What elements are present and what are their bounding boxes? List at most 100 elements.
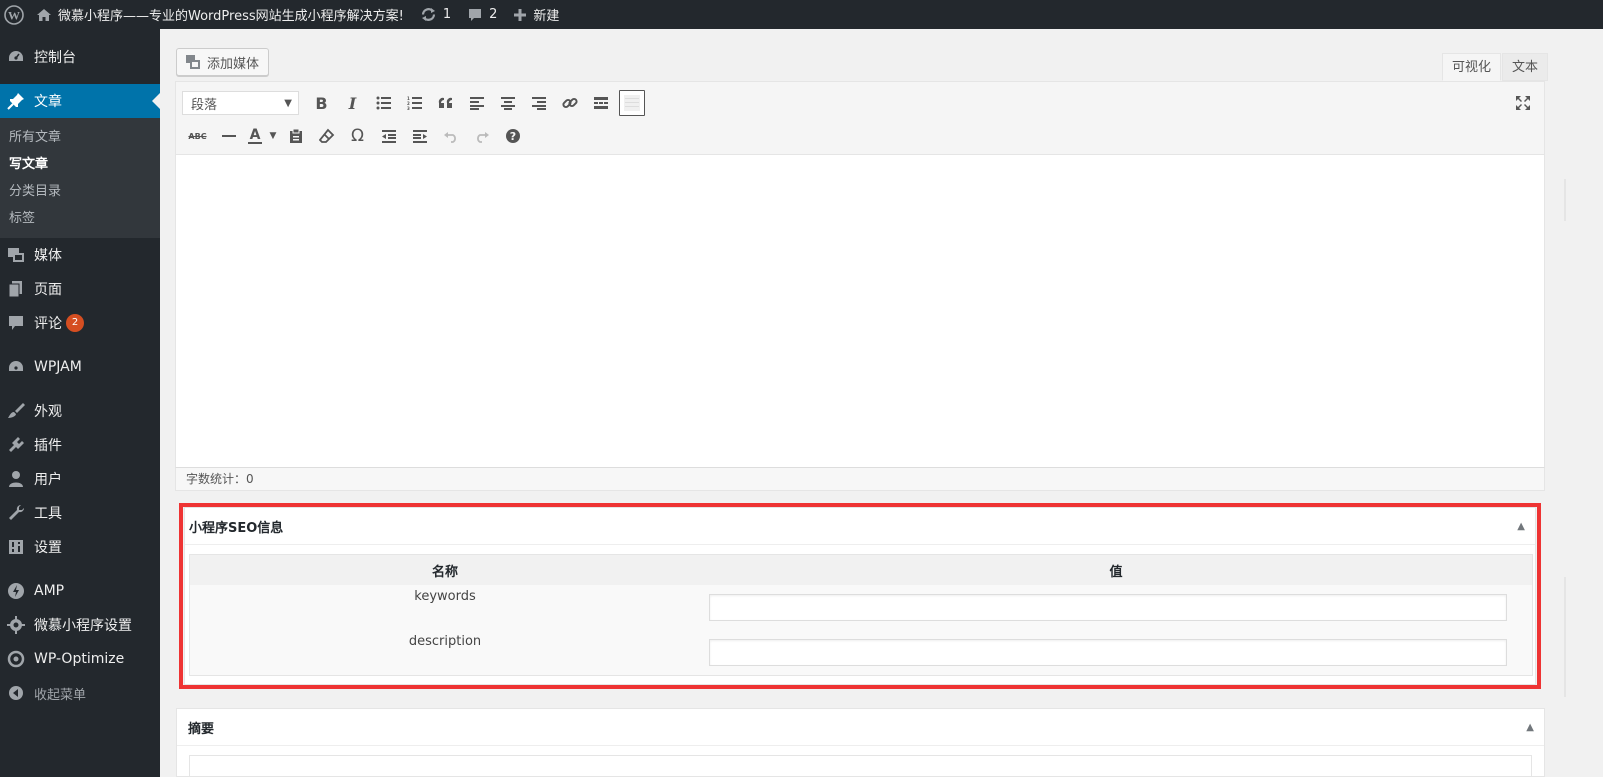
menu-collapse[interactable]: 收起菜单 bbox=[0, 676, 160, 710]
text-color-icon[interactable]: A bbox=[244, 123, 266, 149]
submenu-new-post[interactable]: 写文章 bbox=[0, 151, 160, 178]
text-color-dropdown-icon[interactable]: ▼ bbox=[266, 123, 280, 149]
main-content: 添加媒体 可视化 文本 段落 ▼ B I 123 ABC A ▼ Ω ? 字数统… bbox=[160, 29, 1603, 777]
description-input[interactable] bbox=[709, 639, 1507, 666]
menu-wpjam[interactable]: WPJAM bbox=[0, 350, 160, 384]
refresh-icon bbox=[420, 6, 437, 23]
menu-dashboard[interactable]: 控制台 bbox=[0, 40, 160, 74]
menu-appearance-label: 外观 bbox=[34, 404, 62, 420]
toolbar-toggle-icon[interactable] bbox=[619, 90, 645, 116]
user-icon bbox=[6, 469, 26, 489]
menu-users[interactable]: 用户 bbox=[0, 462, 160, 496]
add-media-button[interactable]: 添加媒体 bbox=[176, 48, 270, 76]
submenu-tags[interactable]: 标签 bbox=[0, 205, 160, 232]
redo-icon[interactable] bbox=[466, 123, 497, 149]
comments-count: 2 bbox=[489, 7, 498, 22]
paste-text-icon[interactable] bbox=[280, 123, 311, 149]
align-right-icon[interactable] bbox=[523, 90, 554, 116]
menu-appearance[interactable]: 外观 bbox=[0, 394, 160, 428]
special-character-icon[interactable]: Ω bbox=[342, 123, 373, 149]
menu-wp-optimize-label: WP-Optimize bbox=[34, 651, 125, 667]
indent-icon[interactable] bbox=[404, 123, 435, 149]
menu-posts[interactable]: 文章 bbox=[0, 84, 160, 118]
menu-tools-label: 工具 bbox=[34, 506, 62, 522]
new-content-link[interactable]: 新建 bbox=[505, 0, 567, 29]
menu-settings[interactable]: 设置 bbox=[0, 530, 160, 564]
menu-collapse-label: 收起菜单 bbox=[34, 687, 87, 703]
editor-content-area[interactable] bbox=[176, 155, 1544, 450]
seo-metabox-header[interactable]: 小程序SEO信息 ▲ bbox=[185, 508, 1535, 545]
seo-metabox: 小程序SEO信息 ▲ 名称 值 keywords description bbox=[184, 507, 1536, 685]
outdent-icon[interactable] bbox=[373, 123, 404, 149]
gear-icon bbox=[6, 615, 26, 635]
bullet-list-icon[interactable] bbox=[368, 90, 399, 116]
link-icon[interactable] bbox=[554, 90, 585, 116]
add-media-label: 添加媒体 bbox=[207, 56, 260, 72]
posts-submenu: 所有文章 写文章 分类目录 标签 bbox=[0, 118, 160, 238]
seo-table: 名称 值 keywords description bbox=[189, 554, 1533, 676]
italic-button[interactable]: I bbox=[337, 90, 368, 116]
column-name-header: 名称 bbox=[431, 564, 458, 580]
align-left-icon[interactable] bbox=[461, 90, 492, 116]
comment-icon bbox=[467, 7, 483, 23]
updates-link[interactable]: 1 bbox=[412, 0, 459, 29]
submenu-all-posts[interactable]: 所有文章 bbox=[0, 124, 160, 151]
eraser-icon[interactable] bbox=[311, 123, 342, 149]
menu-users-label: 用户 bbox=[34, 472, 62, 488]
menu-pages[interactable]: 页面 bbox=[0, 272, 160, 306]
keywords-input[interactable] bbox=[709, 594, 1507, 621]
wordpress-logo-icon[interactable]: W bbox=[0, 0, 28, 29]
collapse-toggle-icon[interactable]: ▲ bbox=[1526, 722, 1534, 733]
divider bbox=[1564, 179, 1566, 221]
menu-media-label: 媒体 bbox=[34, 248, 62, 264]
fullscreen-icon[interactable] bbox=[1507, 90, 1538, 116]
tab-text[interactable]: 文本 bbox=[1502, 53, 1549, 81]
undo-icon[interactable] bbox=[435, 123, 466, 149]
editor-toolbar: 段落 ▼ B I 123 ABC A ▼ Ω ? bbox=[176, 82, 1544, 155]
column-value-header: 值 bbox=[1109, 564, 1123, 580]
dashboard-icon bbox=[6, 357, 26, 377]
tab-visual[interactable]: 可视化 bbox=[1442, 53, 1502, 81]
excerpt-metabox-header[interactable]: 摘要 ▲ bbox=[177, 709, 1544, 746]
menu-tools[interactable]: 工具 bbox=[0, 496, 160, 530]
bold-button[interactable]: B bbox=[306, 90, 337, 116]
help-icon[interactable]: ? bbox=[497, 123, 528, 149]
menu-amp-label: AMP bbox=[34, 583, 65, 599]
description-label: description bbox=[408, 634, 482, 649]
menu-wpjam-label: WPJAM bbox=[34, 359, 82, 375]
divider bbox=[1564, 577, 1566, 697]
collapse-toggle-icon[interactable]: ▲ bbox=[1517, 521, 1525, 532]
svg-text:?: ? bbox=[509, 130, 515, 143]
menu-weimu-settings[interactable]: 微慕小程序设置 bbox=[0, 608, 160, 642]
submenu-categories[interactable]: 分类目录 bbox=[0, 178, 160, 205]
plus-icon bbox=[513, 8, 527, 22]
updates-count: 1 bbox=[442, 7, 452, 22]
menu-media[interactable]: 媒体 bbox=[0, 238, 160, 272]
admin-bar: W 微慕小程序——专业的WordPress网站生成小程序解决方案! 1 2 新建 bbox=[0, 0, 1603, 29]
menu-plugins-label: 插件 bbox=[34, 438, 62, 454]
horizontal-line-icon[interactable] bbox=[213, 123, 244, 149]
menu-comments[interactable]: 评论 2 bbox=[0, 306, 160, 340]
format-select-value: 段落 bbox=[191, 97, 218, 113]
keywords-label: keywords bbox=[414, 589, 476, 604]
dashboard-icon bbox=[6, 47, 26, 67]
seo-table-header: 名称 值 bbox=[190, 555, 1532, 585]
menu-pages-label: 页面 bbox=[34, 282, 62, 298]
menu-wp-optimize[interactable]: WP-Optimize bbox=[0, 642, 160, 676]
chevron-down-icon: ▼ bbox=[284, 97, 292, 109]
home-icon bbox=[36, 8, 52, 22]
menu-settings-label: 设置 bbox=[34, 540, 62, 556]
right-sidebar-edge bbox=[1564, 29, 1603, 777]
menu-amp[interactable]: AMP bbox=[0, 574, 160, 608]
menu-plugins[interactable]: 插件 bbox=[0, 428, 160, 462]
excerpt-metabox: 摘要 ▲ bbox=[176, 708, 1545, 777]
site-name-link[interactable]: 微慕小程序——专业的WordPress网站生成小程序解决方案! bbox=[28, 0, 412, 29]
read-more-icon[interactable] bbox=[585, 90, 616, 116]
strikethrough-icon[interactable]: ABC bbox=[182, 123, 213, 149]
align-center-icon[interactable] bbox=[492, 90, 523, 116]
excerpt-textarea[interactable] bbox=[189, 755, 1532, 777]
numbered-list-icon[interactable]: 123 bbox=[399, 90, 430, 116]
format-select[interactable]: 段落 ▼ bbox=[182, 91, 299, 115]
comments-link[interactable]: 2 bbox=[459, 0, 505, 29]
blockquote-icon[interactable] bbox=[430, 90, 461, 116]
